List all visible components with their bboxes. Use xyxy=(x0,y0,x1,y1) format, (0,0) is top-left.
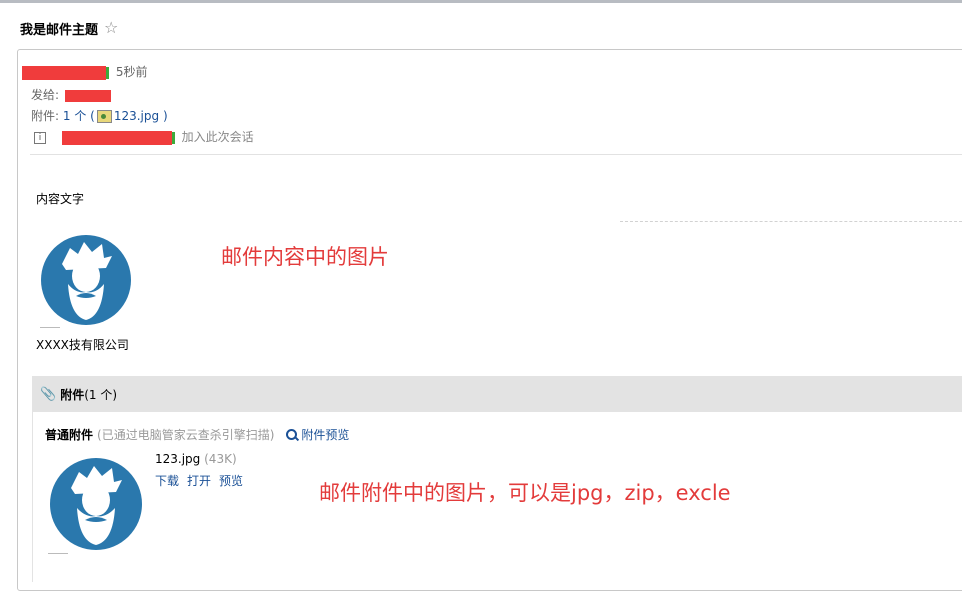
attachments-count[interactable]: 1 个 ( xyxy=(63,109,95,123)
attachments-file-link[interactable]: 123.jpg xyxy=(114,109,159,123)
attachment-header: 📎 附件 (1 个) xyxy=(32,376,962,412)
body-text: 内容文字 xyxy=(36,192,85,206)
to-label: 发给: xyxy=(31,88,60,102)
attachment-file-name[interactable]: 123.jpg xyxy=(155,452,200,466)
to-line: 发给: xyxy=(31,86,111,103)
green-mark xyxy=(171,131,175,144)
image-file-icon xyxy=(96,110,112,123)
star-icon[interactable]: ☆ xyxy=(104,20,118,36)
signature-divider xyxy=(620,221,962,222)
search-icon xyxy=(286,429,298,440)
info-icon: i xyxy=(34,131,46,144)
attachment-title: 附件 xyxy=(60,388,85,402)
download-link[interactable]: 下载 xyxy=(155,472,179,489)
email-subject: 我是邮件主题 xyxy=(20,22,99,38)
attachment-type-row: 普通附件 (已通过电脑管家云查杀引擎扫描) 附件预览 xyxy=(45,426,349,443)
subject-row: 我是邮件主题 ☆ xyxy=(20,18,118,38)
paperclip-icon: 📎 xyxy=(40,387,57,402)
top-border xyxy=(0,0,962,3)
time-ago: 5秒前 xyxy=(115,65,148,79)
inline-avatar-image xyxy=(40,235,131,328)
attachments-line: 附件: 1 个 ( 123.jpg ) xyxy=(31,107,168,124)
attachment-file-size: (43K) xyxy=(204,452,237,466)
sender-line: 5秒前 xyxy=(22,63,147,80)
inline-image-annotation: 邮件内容中的图片 xyxy=(221,245,389,269)
redacted-sender xyxy=(22,65,106,80)
preview-link[interactable]: 预览 xyxy=(219,472,243,489)
online-indicator xyxy=(106,66,109,79)
header-separator xyxy=(30,154,962,155)
attachments-close: ) xyxy=(162,109,168,123)
attachment-actions: 下载 打开 预览 xyxy=(155,472,243,489)
attachment-thumbnail[interactable] xyxy=(48,457,144,557)
attachment-file-name-row: 123.jpg (43K) xyxy=(155,452,237,466)
attachment-type-label: 普通附件 xyxy=(45,428,94,442)
redacted-conversation xyxy=(61,130,172,145)
company-signature: XXXX技有限公司 xyxy=(36,338,129,352)
attachment-preview-link[interactable]: 附件预览 xyxy=(301,426,349,443)
attachments-label: 附件: xyxy=(31,109,60,123)
redacted-recipient[interactable] xyxy=(64,89,111,102)
attachment-image-annotation: 邮件附件中的图片，可以是jpg，zip，excle xyxy=(319,481,731,505)
scan-note: (已通过电脑管家云查杀引擎扫描) xyxy=(97,428,275,442)
open-link[interactable]: 打开 xyxy=(187,472,211,489)
attachment-count: (1 个) xyxy=(84,388,118,402)
join-conversation-link[interactable]: 加入此次会话 xyxy=(182,130,254,144)
conversation-line: i 加入此次会话 xyxy=(34,128,254,145)
